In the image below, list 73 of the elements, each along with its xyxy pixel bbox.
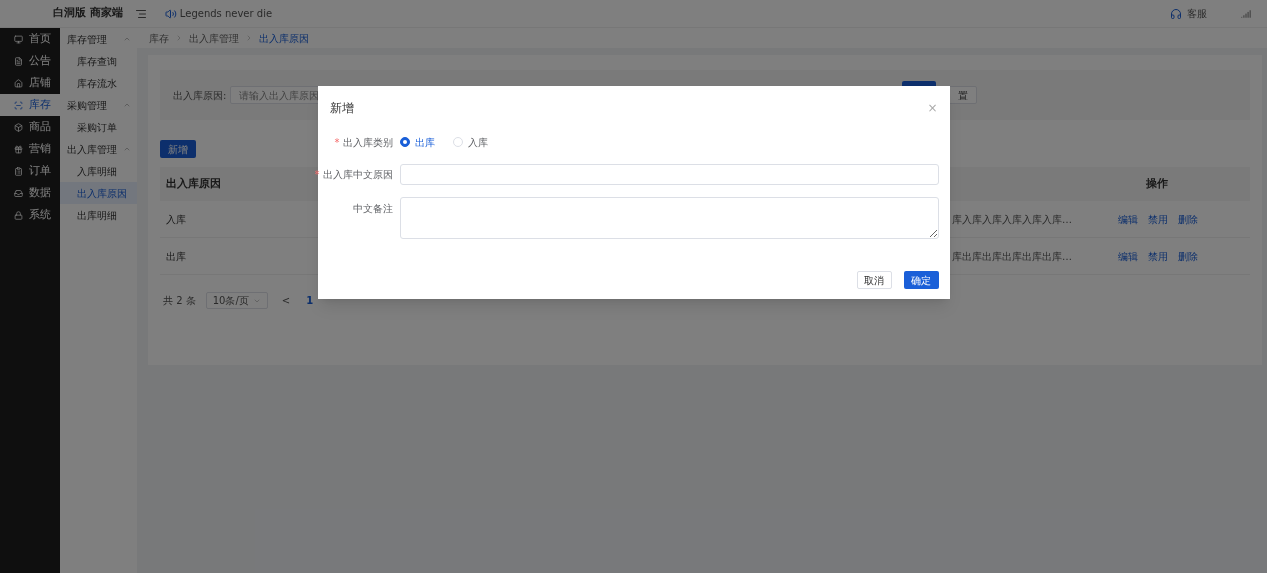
chevron-right-icon [175, 34, 183, 42]
close-button[interactable]: × [927, 99, 938, 117]
page-number[interactable]: 1 [306, 293, 314, 308]
column-header: 出入库原因 [166, 175, 221, 192]
submenu-item[interactable]: 入库明细 [60, 160, 137, 182]
page-size-select[interactable]: 10条/页 [205, 292, 268, 309]
required-mark: * [314, 168, 320, 182]
breadcrumb-link[interactable]: 出入库管理 [189, 30, 239, 46]
field-label: 出入库类别 [342, 135, 393, 150]
submenu-item[interactable]: 出入库原因 [60, 182, 137, 204]
chevron-right-icon [245, 34, 253, 42]
nav-icon [14, 144, 23, 154]
remark-textarea[interactable] [399, 197, 939, 239]
nav-icon [14, 100, 23, 110]
reason-input[interactable] [399, 164, 939, 185]
table-cell-text: 出库 [166, 249, 186, 264]
field-label: 出入库中文原因 [322, 168, 393, 182]
action-link[interactable]: 编辑 [1118, 211, 1138, 227]
action-link[interactable]: 禁用 [1148, 211, 1168, 227]
submenu-item[interactable]: 库存查询 [60, 50, 137, 72]
nav-icon [14, 122, 23, 132]
nav-item[interactable]: 首页 [0, 28, 60, 50]
nav-icon [14, 56, 23, 66]
nav-item[interactable]: 订单 [0, 160, 60, 182]
prev-page-button[interactable]: < [281, 293, 291, 308]
action-link[interactable]: 禁用 [1148, 248, 1168, 264]
submenu-item[interactable]: 采购订单 [60, 116, 137, 138]
table-cell-text: 库入库入库入库入库入库… [952, 212, 1072, 227]
nav-icon [14, 188, 23, 198]
confirm-button[interactable]: 确定 [903, 271, 939, 289]
submenu-item[interactable]: 出库明细 [60, 204, 137, 226]
column-header: 操作 [1146, 175, 1168, 192]
support-link[interactable]: 客服 [1187, 6, 1207, 21]
chevron-up-icon [123, 35, 131, 43]
field-label: 中文备注 [352, 202, 393, 216]
nav-item[interactable]: 营销 [0, 138, 60, 160]
nav-item[interactable]: 系统 [0, 204, 60, 226]
action-link[interactable]: 删除 [1178, 248, 1198, 264]
cancel-button[interactable]: 取消 [856, 271, 892, 289]
breadcrumb-link[interactable]: 出入库原因 [259, 30, 309, 46]
add-button[interactable]: 新增 [160, 140, 196, 158]
filter-label: 出入库原因: [173, 88, 227, 103]
notice-text: Legends never die [179, 7, 273, 21]
nav-item[interactable]: 商品 [0, 116, 60, 138]
required-mark: * [334, 135, 340, 150]
brand-name: 白洞版 商家端 [53, 5, 123, 22]
nav-icon [14, 210, 23, 220]
radio-option[interactable]: 入库 [452, 134, 488, 150]
nav-item[interactable]: 店铺 [0, 72, 60, 94]
headset-icon[interactable] [1170, 7, 1182, 20]
nav-icon [14, 34, 23, 44]
speaker-icon [164, 7, 177, 20]
signal-icon[interactable] [1241, 8, 1251, 19]
action-link[interactable]: 删除 [1178, 211, 1198, 227]
chevron-up-icon [123, 101, 131, 109]
radio-option[interactable]: 出库 [399, 134, 435, 150]
menu-icon[interactable] [134, 7, 147, 20]
table-cell-text: 入库 [166, 212, 186, 227]
chevron-up-icon [123, 145, 131, 153]
nav-item[interactable]: 数据 [0, 182, 60, 204]
nav-item[interactable]: 库存 [0, 94, 60, 116]
action-link[interactable]: 编辑 [1118, 248, 1138, 264]
nav-icon [14, 78, 23, 88]
submenu-group[interactable]: 采购管理 [60, 94, 137, 116]
submenu-item[interactable]: 库存流水 [60, 72, 137, 94]
nav-item[interactable]: 公告 [0, 50, 60, 72]
submenu-group[interactable]: 出入库管理 [60, 138, 137, 160]
breadcrumb-link[interactable]: 库存 [149, 30, 169, 46]
nav-icon [14, 166, 23, 176]
dialog-title: 新增 [329, 100, 354, 117]
table-cell-text: 库出库出库出库出库出库… [952, 249, 1072, 264]
total-count: 共 2 条 [162, 294, 196, 308]
submenu-group[interactable]: 库存管理 [60, 28, 137, 50]
